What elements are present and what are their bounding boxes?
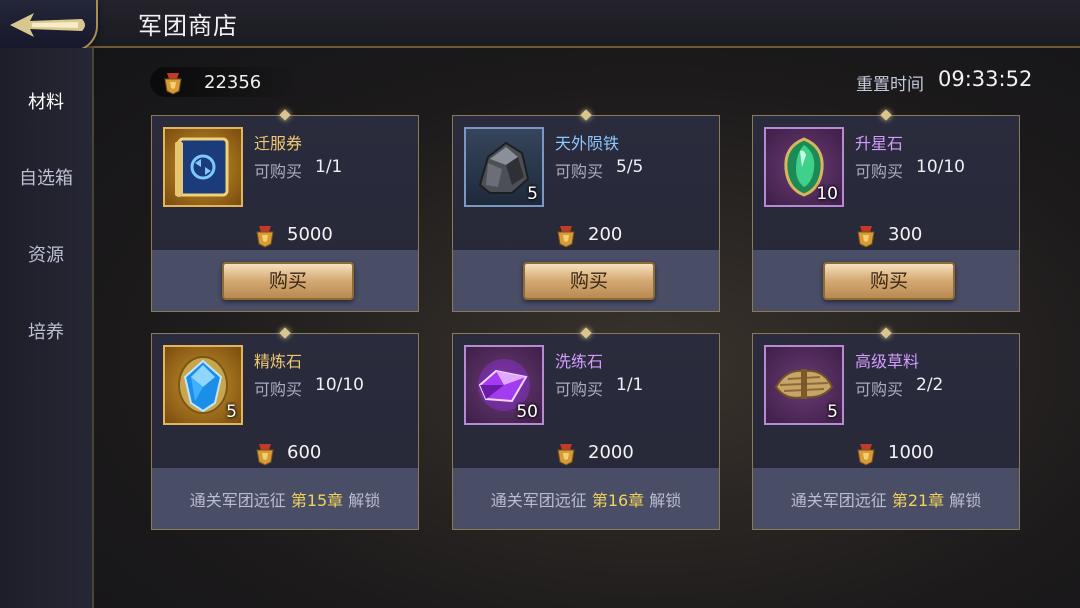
purchase-limit-value: 1/1: [616, 375, 644, 395]
purchase-limit-label: 可购买: [555, 380, 604, 399]
item-quantity: 5: [226, 402, 237, 422]
item-price: 1000: [888, 442, 934, 463]
item-name: 迁服券: [254, 134, 303, 153]
price-row: 5000: [152, 220, 420, 250]
item-thumbnail[interactable]: [163, 127, 243, 207]
sidebar-item-resources[interactable]: 资源: [0, 241, 92, 267]
back-arrow-icon: [10, 13, 85, 37]
page-title: 军团商店: [138, 12, 238, 40]
item-quantity: 10: [816, 184, 838, 204]
item-thumbnail[interactable]: 50: [464, 345, 544, 425]
sidebar-item-materials[interactable]: 材料: [0, 88, 92, 114]
item-price: 600: [287, 442, 322, 463]
unlock-chapter: 第15章: [290, 491, 344, 510]
purchase-limit-value: 2/2: [916, 375, 944, 395]
unlock-suffix: 解锁: [348, 491, 381, 510]
purchase-limit-value: 10/10: [916, 157, 965, 177]
price-row: 1000: [753, 438, 1021, 468]
item-thumbnail[interactable]: 5: [464, 127, 544, 207]
purchase-limit-value: 1/1: [315, 157, 343, 177]
reset-timer: 09:33:52: [938, 67, 1033, 91]
price-row: 200: [453, 220, 721, 250]
guild-medal-icon: [857, 444, 875, 466]
shop-item-card: 10 升星石 可购买 10/10 300 购买: [752, 115, 1020, 312]
item-name: 高级草料: [855, 352, 920, 371]
unlock-chapter: 第21章: [891, 491, 945, 510]
purchase-limit-label: 可购买: [555, 162, 604, 181]
item-price: 5000: [287, 224, 333, 245]
guild-medal-icon: [164, 73, 182, 95]
price-row: 2000: [453, 438, 721, 468]
purchase-limit-value: 5/5: [616, 157, 644, 177]
ticket-icon: [175, 137, 229, 197]
unlock-condition: 通关军团远征 第16章 解锁: [453, 487, 719, 511]
buy-button[interactable]: 购买: [523, 262, 655, 300]
unlock-suffix: 解锁: [649, 491, 682, 510]
card-footer: 购买: [453, 250, 719, 311]
price-row: 300: [753, 220, 1021, 250]
item-quantity: 50: [516, 402, 538, 422]
currency-display: 22356: [150, 67, 300, 97]
price-row: 600: [152, 438, 420, 468]
purchase-limit-label: 可购买: [254, 162, 303, 181]
buy-button[interactable]: 购买: [823, 262, 955, 300]
sidebar: 材料 自选箱 资源 培养: [0, 48, 94, 608]
shop-item-card: 5 高级草料 可购买 2/2 1000 通关军团远征 第21章 解锁: [752, 333, 1020, 530]
item-quantity: 5: [527, 184, 538, 204]
purchase-limit-value: 10/10: [315, 375, 364, 395]
unlock-condition: 通关军团远征 第21章 解锁: [753, 487, 1019, 511]
card-footer: 购买: [753, 250, 1019, 311]
unlock-chapter: 第16章: [591, 491, 645, 510]
item-name: 精炼石: [254, 352, 303, 371]
item-name: 洗练石: [555, 352, 604, 371]
item-thumbnail[interactable]: 5: [163, 345, 243, 425]
unlock-prefix: 通关军团远征: [490, 491, 587, 510]
purchase-limit-label: 可购买: [855, 380, 904, 399]
guild-medal-icon: [557, 226, 575, 248]
guild-medal-icon: [256, 226, 274, 248]
buy-button[interactable]: 购买: [222, 262, 354, 300]
unlock-prefix: 通关军团远征: [790, 491, 887, 510]
reset-label: 重置时间: [856, 75, 924, 95]
item-thumbnail[interactable]: 5: [764, 345, 844, 425]
item-quantity: 5: [827, 402, 838, 422]
card-footer: 通关军团远征 第15章 解锁: [152, 468, 418, 529]
shop-item-card: 50 洗练石 可购买 1/1 2000 通关军团远征 第16章 解锁: [452, 333, 720, 530]
purchase-limit-label: 可购买: [254, 380, 303, 399]
shop-item-card: 迁服券 可购买 1/1 5000 购买: [151, 115, 419, 312]
unlock-suffix: 解锁: [949, 491, 982, 510]
item-thumbnail[interactable]: 10: [764, 127, 844, 207]
card-footer: 购买: [152, 250, 418, 311]
item-price: 200: [588, 224, 623, 245]
item-price: 300: [888, 224, 923, 245]
guild-medal-icon: [557, 444, 575, 466]
currency-amount: 22356: [204, 72, 262, 93]
guild-medal-icon: [256, 444, 274, 466]
unlock-prefix: 通关军团远征: [189, 491, 286, 510]
shop-item-card: 5 精炼石 可购买 10/10 600 通关军团远征 第15章 解锁: [151, 333, 419, 530]
unlock-condition: 通关军团远征 第15章 解锁: [152, 487, 418, 511]
card-footer: 通关军团远征 第16章 解锁: [453, 468, 719, 529]
shop-item-card: 5 天外陨铁 可购买 5/5 200 购买: [452, 115, 720, 312]
sidebar-item-selection-box[interactable]: 自选箱: [0, 164, 92, 190]
item-name: 天外陨铁: [555, 134, 620, 153]
card-footer: 通关军团远征 第21章 解锁: [753, 468, 1019, 529]
sidebar-item-training[interactable]: 培养: [0, 318, 92, 344]
item-price: 2000: [588, 442, 634, 463]
item-name: 升星石: [855, 134, 904, 153]
purchase-limit-label: 可购买: [855, 162, 904, 181]
back-button[interactable]: [0, 0, 98, 52]
guild-medal-icon: [857, 226, 875, 248]
